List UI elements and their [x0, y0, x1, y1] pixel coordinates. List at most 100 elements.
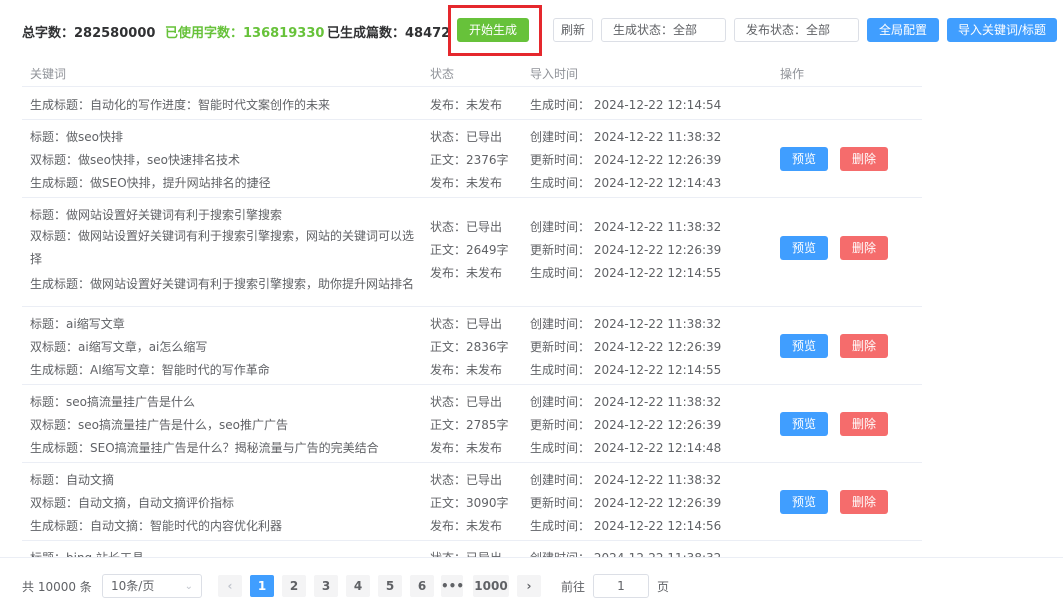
goto-label: 前往	[561, 580, 586, 594]
keyword-line: 双标题：seo搞流量挂广告是什么，seo推广广告	[30, 418, 288, 432]
time-line: 更新时间： 2024-12-22 12:26:39	[530, 340, 722, 354]
status-line: 状态：已导出	[430, 549, 502, 557]
pagination-total: 共 10000 条	[22, 580, 92, 594]
keyword-line: 生成标题：自动文摘：智能时代的内容优化利器	[30, 519, 283, 533]
page-size-value: 10条/页	[111, 579, 155, 593]
delete-button[interactable]: 删除	[840, 236, 888, 260]
toolbar: 总字数：282580000 已使用字数：136819330 已生成篇数：4847…	[0, 0, 1063, 60]
page-button[interactable]: 3	[314, 575, 338, 597]
time-line: 生成时间： 2024-12-22 12:14:55	[530, 266, 722, 280]
keyword-line: 标题：ai缩写文章	[30, 317, 125, 331]
time-line: 创建时间： 2024-12-22 11:38:32	[530, 220, 722, 234]
time-line: 生成时间： 2024-12-22 12:14:48	[530, 441, 722, 455]
keyword-line: 标题：做网站设置好关键词有利于搜索引擎搜索	[30, 208, 283, 222]
header-actions: 操作	[780, 67, 805, 81]
status-line: 正文：2376字	[430, 153, 509, 167]
global-config-button[interactable]: 全局配置	[867, 18, 939, 42]
time-line: 更新时间： 2024-12-22 12:26:39	[530, 153, 722, 167]
header-status: 状态	[430, 67, 455, 81]
delete-button[interactable]: 删除	[840, 334, 888, 358]
preview-button[interactable]: 预览	[780, 412, 828, 436]
generated-count-stat: 已生成篇数：48472	[327, 26, 449, 41]
status-line: 状态：已导出	[430, 395, 503, 409]
keyword-line: 标题：bing 站长工具	[30, 549, 144, 557]
page-button[interactable]: 5	[378, 575, 402, 597]
preview-button[interactable]: 预览	[780, 236, 828, 260]
table-row: 标题：自动文摘双标题：自动文摘，自动文摘评价指标生成标题：自动文摘：智能时代的内…	[22, 463, 922, 541]
chevron-right-icon[interactable]: ›	[517, 575, 541, 597]
page-button[interactable]: 1	[250, 575, 274, 597]
time-line: 更新时间： 2024-12-22 12:26:39	[530, 418, 722, 432]
time-line: 更新时间： 2024-12-22 12:26:39	[530, 496, 722, 510]
preview-button[interactable]: 预览	[780, 334, 828, 358]
status-line: 状态：已导出	[430, 130, 503, 144]
generation-status-select[interactable]: 生成状态：全部	[601, 18, 726, 42]
keyword-line: 生成标题：SEO搞流量挂广告是什么？揭秘流量与广告的完美结合	[30, 441, 379, 455]
table-row: 标题：seo搞流量挂广告是什么双标题：seo搞流量挂广告是什么，seo推广广告生…	[22, 385, 922, 463]
delete-button[interactable]: 删除	[840, 412, 888, 436]
used-words-stat: 已使用字数：136819330	[165, 26, 325, 41]
table-row: 生成标题：自动化的写作进度：智能时代文案创作的未来 发布：未发布 生成时间： 202…	[22, 84, 922, 120]
table-row: 标题：做seo快排 双标题：做seo快排，seo快速排名技术 生成标题：做SEO快排…	[22, 120, 922, 198]
status-line: 发布：未发布	[430, 441, 503, 455]
status-line: 发布：未发布	[430, 176, 503, 190]
delete-button[interactable]: 删除	[840, 147, 888, 171]
status-line: 正文：2785字	[430, 418, 509, 432]
time-line: 生成时间： 2024-12-22 12:14:55	[530, 363, 722, 377]
keyword-line: 双标题：做seo快排，seo快速排名技术	[30, 153, 240, 167]
time-line: 创建时间： 2024-12-22 11:38:32	[530, 473, 722, 487]
delete-button[interactable]: 删除	[840, 490, 888, 514]
page-button[interactable]: 1000	[473, 575, 509, 597]
status-line: 发布：未发布	[430, 266, 503, 280]
status-line: 正文：3090字	[430, 496, 509, 510]
total-words-stat: 总字数：282580000	[22, 26, 156, 41]
time-line: 创建时间： 2024-12-22 11:38:32	[530, 130, 722, 144]
status-line: 状态：已导出	[430, 317, 503, 331]
time-line: 生成时间： 2024-12-22 12:14:54	[530, 98, 722, 112]
import-keywords-button[interactable]: 导入关键词/标题	[947, 18, 1057, 42]
preview-button[interactable]: 预览	[780, 147, 828, 171]
time-line: 创建时间： 2024-12-22 11:38:32	[530, 549, 721, 557]
keyword-line: 双标题：做网站设置好关键词有利于搜索引擎搜索，网站的关键词可以选择	[30, 229, 415, 266]
keyword-line: 双标题：自动文摘，自动文摘评价指标	[30, 496, 235, 510]
chevron-left-icon[interactable]: ‹	[218, 575, 242, 597]
pagination-bar: 共 10000 条 10条/页 ⌄ ‹ 1 2 3 4 5 6 ••• 1000 › 前往 1…	[0, 557, 1063, 610]
more-pages-icon[interactable]: •••	[441, 575, 464, 597]
refresh-button[interactable]: 刷新	[553, 18, 593, 42]
time-line: 生成时间： 2024-12-22 12:14:56	[530, 519, 722, 533]
page-button[interactable]: 4	[346, 575, 370, 597]
keyword-line: 生成标题：自动化的写作进度：智能时代文案创作的未来	[30, 98, 331, 112]
status-line: 发布：未发布	[430, 363, 503, 377]
status-line: 状态：已导出	[430, 473, 503, 487]
page-button[interactable]: 6	[410, 575, 434, 597]
preview-button[interactable]: 预览	[780, 490, 828, 514]
time-line: 创建时间： 2024-12-22 11:38:32	[530, 317, 722, 331]
page-suffix: 页	[657, 580, 670, 594]
keyword-line: 标题：自动文摘	[30, 473, 115, 487]
status-line: 正文：2836字	[430, 340, 509, 354]
page-button[interactable]: 2	[282, 575, 306, 597]
time-line: 更新时间： 2024-12-22 12:26:39	[530, 243, 722, 257]
keyword-line: 双标题：ai缩写文章，ai怎么缩写	[30, 340, 208, 354]
start-generate-button[interactable]: 开始生成	[457, 18, 529, 42]
time-line: 生成时间： 2024-12-22 12:14:43	[530, 176, 722, 190]
keyword-line: 生成标题：做网站设置好关键词有利于搜索引擎搜索，助你提升网站排名	[30, 277, 415, 291]
goto-page-input[interactable]: 1	[593, 574, 649, 598]
page-size-select[interactable]: 10条/页 ⌄	[102, 574, 202, 598]
status-line: 发布：未发布	[430, 98, 503, 112]
table-row: 标题：ai缩写文章双标题：ai缩写文章，ai怎么缩写生成标题：AI缩写文章：智能…	[22, 307, 922, 385]
table-row: 标题：bing 站长工具 状态：已导出 创建时间： 2024-12-22 11:38…	[22, 541, 922, 557]
chevron-down-icon: ⌄	[184, 581, 193, 592]
articles-table: 关键词 状态 导入时间 操作 生成标题：自动化的写作进度：智能时代文案创作的未来…	[22, 60, 922, 557]
status-line: 状态：已导出	[430, 220, 503, 234]
table-header: 关键词 状态 导入时间 操作	[22, 60, 922, 87]
status-line: 正文：2649字	[430, 243, 509, 257]
keyword-line: 标题：做seo快排	[30, 130, 123, 144]
time-line: 创建时间： 2024-12-22 11:38:32	[530, 395, 722, 409]
publish-status-select[interactable]: 发布状态：全部	[734, 18, 859, 42]
keyword-line: 标题：seo搞流量挂广告是什么	[30, 395, 195, 409]
header-import-time: 导入时间	[530, 67, 579, 81]
header-keyword: 关键词	[30, 67, 67, 81]
keyword-line: 生成标题：AI缩写文章：智能时代的写作革命	[30, 363, 270, 377]
table-row: 标题：做网站设置好关键词有利于搜索引擎搜索双标题：做网站设置好关键词有利于搜索引…	[22, 198, 922, 307]
